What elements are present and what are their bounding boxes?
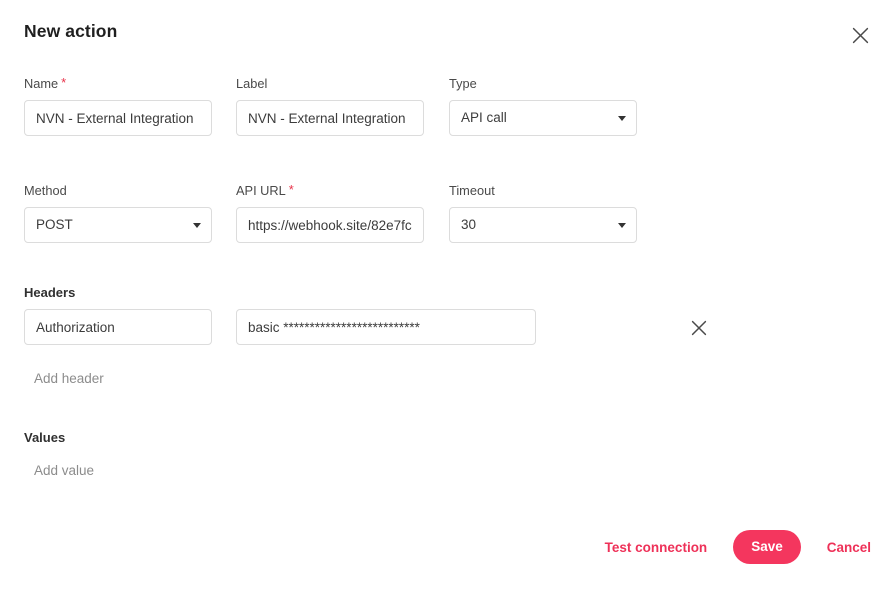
field-method: Method POST: [24, 183, 212, 243]
close-icon: [852, 27, 869, 44]
header-row: [24, 309, 869, 347]
footer-actions: Test connection Save Cancel: [605, 530, 871, 564]
method-select[interactable]: POST: [24, 207, 212, 243]
required-marker: *: [288, 182, 294, 197]
type-select[interactable]: API call: [449, 100, 637, 136]
header-value-input[interactable]: [236, 309, 536, 345]
values-section-title: Values: [24, 430, 66, 445]
header-key-input[interactable]: [24, 309, 212, 345]
add-header-button[interactable]: Add header: [34, 371, 104, 387]
field-api-url: API URL *: [236, 183, 424, 243]
field-api-url-label: API URL *: [236, 182, 294, 198]
test-connection-button[interactable]: Test connection: [605, 540, 708, 555]
form-body: Name* Label Type API call Method POST: [0, 66, 893, 592]
type-select-wrap: API call: [449, 100, 637, 136]
field-label-label: Label: [236, 76, 268, 91]
field-label: Label: [236, 76, 424, 136]
api-url-input[interactable]: [236, 207, 424, 243]
field-timeout: Timeout 30: [449, 183, 637, 243]
field-type: Type API call: [449, 76, 637, 136]
label-input[interactable]: [236, 100, 424, 136]
field-name-label: Name *: [24, 75, 67, 91]
headers-section-title: Headers: [24, 285, 76, 300]
new-action-dialog: New action Name* Label Type: [0, 0, 893, 592]
add-value-button[interactable]: Add value: [34, 463, 94, 479]
timeout-select[interactable]: 30: [449, 207, 637, 243]
save-button[interactable]: Save: [733, 530, 801, 564]
dialog-footer: Test connection Save Cancel: [0, 518, 893, 592]
method-select-wrap: POST: [24, 207, 212, 243]
field-method-label: Method: [24, 183, 67, 198]
timeout-select-wrap: 30: [449, 207, 637, 243]
page-title: New action: [24, 21, 118, 41]
remove-header-button[interactable]: [680, 309, 718, 347]
close-icon: [691, 320, 707, 336]
field-type-label: Type: [449, 76, 477, 91]
field-name: Name *: [24, 76, 212, 136]
required-marker: *: [61, 75, 67, 90]
cancel-button[interactable]: Cancel: [827, 540, 871, 555]
dialog-header: New action: [0, 0, 893, 66]
close-button[interactable]: [843, 18, 877, 52]
name-input[interactable]: [24, 100, 212, 136]
field-timeout-label: Timeout: [449, 183, 495, 198]
